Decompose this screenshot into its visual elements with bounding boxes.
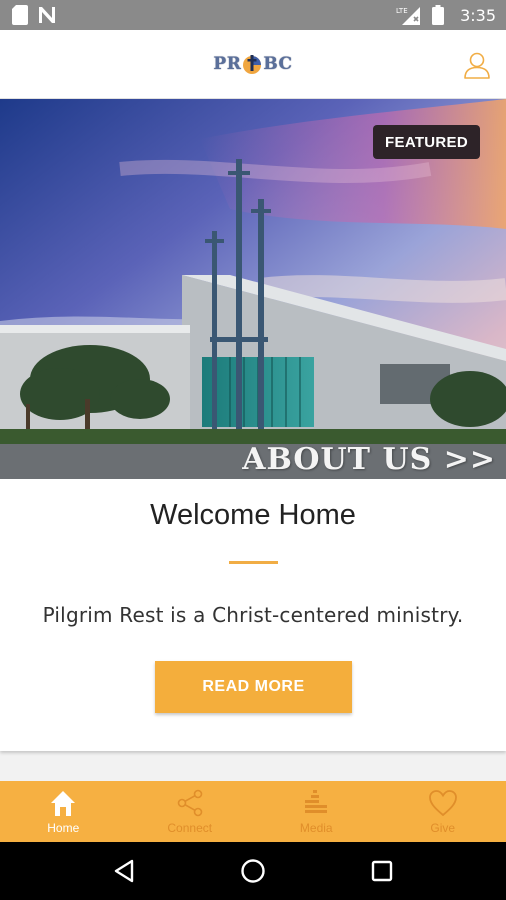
app-header: PR BC [0, 30, 506, 99]
tab-label-media: Media [299, 821, 333, 835]
logo-text-left: PR [213, 54, 242, 74]
system-nav-bar [0, 842, 506, 900]
recents-button[interactable] [362, 851, 402, 891]
featured-description: Pilgrim Rest is a Christ-centered minist… [42, 603, 464, 627]
featured-image[interactable]: FEATURED ABOUT US >> [0, 99, 506, 479]
tab-label-connect: Connect [167, 821, 213, 835]
tab-label-give: Give [430, 821, 456, 835]
media-icon [305, 790, 328, 813]
church-logo[interactable]: PR BC [213, 52, 292, 76]
recents-square-icon [371, 860, 392, 882]
home-nav-button[interactable] [233, 851, 273, 891]
status-time: 3:35 [460, 5, 496, 25]
status-left [12, 5, 56, 25]
tab-give[interactable]: Give [380, 781, 506, 842]
back-button[interactable] [104, 851, 144, 891]
title-divider [229, 561, 278, 564]
tab-media[interactable]: Media [253, 781, 380, 842]
tab-label-home: Home [47, 821, 80, 835]
bottom-tab-bar: Home Connect Media Give [0, 781, 506, 842]
back-triangle-icon [115, 859, 134, 883]
heart-icon [428, 790, 457, 817]
logo-text-right: BC [263, 54, 293, 74]
profile-button[interactable] [462, 50, 492, 80]
signal-icon: LTE [396, 5, 422, 25]
app-screen: LTE 3:35 PR BC FEATURED ABOUT US >> Welc… [0, 0, 506, 900]
logo-globe-icon [242, 52, 262, 76]
battery-icon [432, 5, 445, 25]
home-circle-icon [241, 859, 265, 883]
status-right: LTE 3:35 [396, 5, 496, 25]
featured-title: Welcome Home [150, 499, 356, 531]
status-bar: LTE 3:35 [0, 0, 506, 30]
sd-card-icon [12, 5, 28, 25]
share-icon [177, 789, 203, 817]
home-icon [51, 791, 76, 816]
network-type-label: LTE [396, 7, 408, 15]
featured-badge: FEATURED [373, 125, 480, 159]
tab-connect[interactable]: Connect [127, 781, 254, 842]
notification-n-icon [38, 6, 56, 24]
tab-home[interactable]: Home [0, 781, 127, 842]
about-us-caption: ABOUT US >> [242, 442, 496, 477]
read-more-button[interactable]: READ MORE [155, 661, 352, 713]
person-outline-icon [464, 52, 490, 79]
featured-card: FEATURED ABOUT US >> Welcome Home Pilgri… [0, 99, 506, 751]
